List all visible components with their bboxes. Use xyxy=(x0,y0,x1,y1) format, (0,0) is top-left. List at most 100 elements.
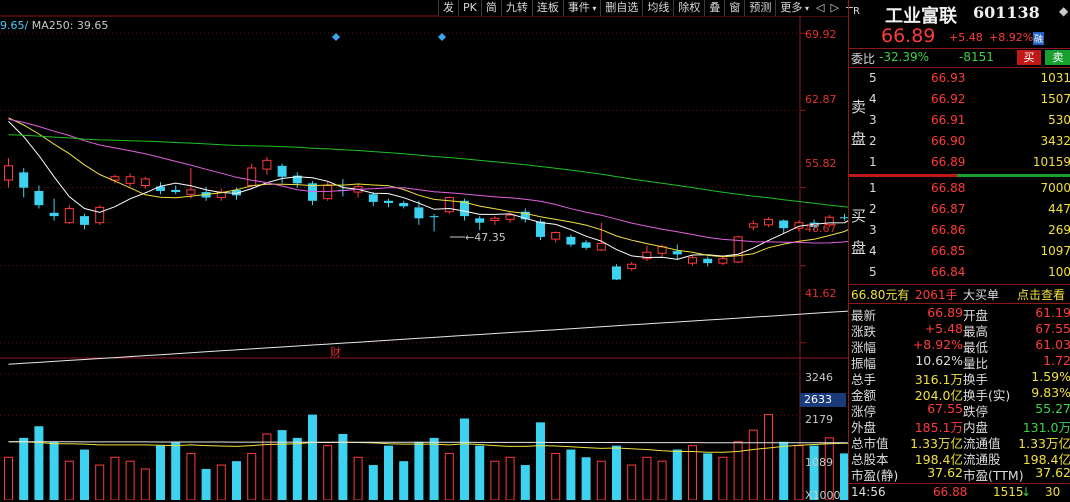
candle-body xyxy=(779,220,789,229)
tick-price: 66.88 xyxy=(933,485,968,499)
toolbar-item[interactable]: 更多 xyxy=(775,0,813,16)
toolbar-item[interactable]: 删自选 xyxy=(600,0,642,16)
ask-volume: 3432 xyxy=(1040,134,1070,148)
scroll-left-icon[interactable]: ◁ xyxy=(813,0,827,16)
ma250-value: 39.65 xyxy=(76,19,109,32)
quote-row: 总股本 198.4亿 流通股 198.4亿 xyxy=(849,449,1070,467)
quote-value: 1.59% xyxy=(1031,369,1070,384)
bid-price: 66.86 xyxy=(931,223,966,237)
volume-bar xyxy=(657,460,667,500)
volume-bar xyxy=(323,445,333,500)
toolbar-item[interactable]: PK xyxy=(458,0,481,16)
toolbar-item[interactable]: 叠 xyxy=(704,0,724,16)
price-tick: 41.62 xyxy=(805,287,837,300)
kline-chart-svg[interactable] xyxy=(0,0,848,500)
candle-body xyxy=(19,172,29,188)
toolbar-item[interactable]: 发 xyxy=(438,0,458,16)
ask-level-row[interactable]: 5 66.93 1031 xyxy=(849,68,1070,88)
toolbar-item[interactable]: 预测 xyxy=(744,0,775,16)
quote-label: 市盈(TTM) xyxy=(963,468,1024,483)
ask-volume: 10159 xyxy=(1032,155,1070,169)
volume-bar xyxy=(551,452,561,500)
toolbar-item[interactable]: 窗 xyxy=(724,0,744,16)
candle-body xyxy=(505,214,515,220)
ask-level-row[interactable]: 3 66.91 530 xyxy=(849,110,1070,130)
ask-level-row[interactable]: 2 66.90 3432 xyxy=(849,131,1070,151)
toolbar-item[interactable]: 简 xyxy=(480,0,501,16)
kline-chart-area[interactable]: 9.65/ MA250: 39.65 发PK简九转连板事件删自选均线除权叠窗预测… xyxy=(0,0,858,502)
candle-body xyxy=(581,242,591,248)
quote-value: 1.72 xyxy=(1043,353,1070,368)
candle-body xyxy=(125,176,135,184)
period-low-label: ←47.35 xyxy=(465,231,506,244)
candle-body xyxy=(323,185,333,200)
volume-bar xyxy=(19,437,29,500)
tick-extra: 30 xyxy=(1045,485,1061,499)
bid-level-row[interactable]: 2 66.87 447 xyxy=(849,199,1070,219)
bid-volume: 7000 xyxy=(1040,181,1070,195)
quote-row: 涨幅 +8.92% 最低 61.03 xyxy=(849,337,1070,355)
volume-bar xyxy=(748,429,758,500)
candle-body xyxy=(368,194,378,202)
ask-price: 66.93 xyxy=(931,71,966,85)
candle-body xyxy=(536,221,545,237)
bid-level-row[interactable]: 5 66.84 100 xyxy=(849,262,1070,282)
more-icon[interactable]: ◆ xyxy=(1059,4,1068,18)
volume-bar xyxy=(4,456,13,500)
bid-price: 66.88 xyxy=(931,181,966,195)
quote-panel: R 工业富联 601138 ◆ 66.89 +5.48 +8.92% 融 委比 … xyxy=(848,0,1070,500)
bid-level-row[interactable]: 3 66.86 269 xyxy=(849,220,1070,240)
quote-value: 37.62 xyxy=(927,465,963,480)
bid-level-row[interactable]: 1 66.88 7000 xyxy=(849,178,1070,198)
volume-bar xyxy=(308,414,317,500)
quote-value: +8.92% xyxy=(912,337,963,352)
candle-body xyxy=(277,165,287,177)
volume-unit: X1000 xyxy=(805,489,841,502)
candle-body xyxy=(551,232,561,240)
volume-bar xyxy=(672,449,682,500)
toolbar-item[interactable]: 事件 xyxy=(562,0,601,16)
event-diamond-icon xyxy=(332,33,340,41)
bid-volume: 269 xyxy=(1048,223,1070,237)
bid-level: 1 xyxy=(869,181,877,195)
candle-body xyxy=(399,202,409,207)
finance-report-marker[interactable]: 财 xyxy=(330,344,341,360)
ask-level-row[interactable]: 4 66.92 1507 xyxy=(849,89,1070,109)
stock-header: R 工业富联 601138 ◆ xyxy=(849,2,1070,27)
ask-level-row[interactable]: 1 66.89 10159 xyxy=(849,152,1070,172)
volume-bar xyxy=(95,464,105,500)
toolbar-item[interactable]: 九转 xyxy=(500,0,532,16)
candle-body xyxy=(475,218,485,223)
ma250-line xyxy=(8,310,848,365)
sell-button[interactable]: 卖 xyxy=(1045,50,1070,65)
quote-value: 61.19 xyxy=(1035,305,1070,320)
tick-time: 14:56 xyxy=(851,485,886,499)
ask-price: 66.89 xyxy=(931,155,966,169)
bid-volume: 447 xyxy=(1048,202,1070,216)
candle-body xyxy=(34,190,44,206)
quote-value: 55.27 xyxy=(1035,401,1070,416)
toolbar-item[interactable]: 除权 xyxy=(673,0,704,16)
bid-price: 66.85 xyxy=(931,244,966,258)
buy-button[interactable]: 买 xyxy=(1017,50,1041,65)
ask-level: 4 xyxy=(869,92,877,106)
quote-row: 振幅 10.62% 量比 1.72 xyxy=(849,353,1070,371)
quote-row: 市盈(静) 37.62 市盈(TTM) 37.62 xyxy=(849,465,1070,483)
toolbar-item[interactable]: 连板 xyxy=(531,0,563,16)
quote-row: 涨停 67.55 跌停 55.27 xyxy=(849,401,1070,419)
book-divider xyxy=(849,173,1070,177)
volume-tick: 3246 xyxy=(805,371,833,384)
volume-current-tick: 2633 xyxy=(800,393,846,407)
volume-bar xyxy=(262,433,272,500)
toolbar-item[interactable]: 均线 xyxy=(642,0,673,16)
volume-bar xyxy=(581,457,591,500)
big-order-row[interactable]: 66.80元有 2061手 大买单 点击查看 xyxy=(849,286,1070,302)
ask-volume: 1507 xyxy=(1040,92,1070,106)
scroll-right-icon[interactable]: ▷ xyxy=(827,0,841,16)
candle-body xyxy=(171,189,181,193)
bid-level-row[interactable]: 4 66.85 1097 xyxy=(849,241,1070,261)
volume-bar xyxy=(156,445,165,500)
candle-body xyxy=(627,263,637,270)
volume-bar xyxy=(505,456,515,500)
big-order-link[interactable]: 点击查看 xyxy=(1017,286,1065,303)
